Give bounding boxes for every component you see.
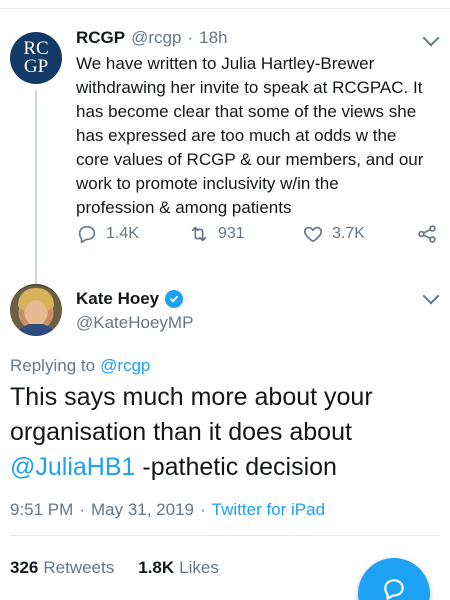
chevron-down-icon[interactable] bbox=[422, 287, 440, 305]
chevron-down-icon[interactable] bbox=[422, 29, 440, 47]
heart-icon bbox=[303, 226, 323, 243]
parent-tweet-text: We have written to Julia Hartley-Brewer … bbox=[76, 54, 424, 217]
retweets-stat[interactable]: 326 Retweets bbox=[10, 558, 114, 578]
replying-to-mention[interactable]: @rcgp bbox=[100, 356, 150, 375]
reply-count: 1.4K bbox=[106, 225, 139, 242]
like-count: 3.7K bbox=[332, 225, 365, 242]
likes-count: 1.8K bbox=[138, 558, 175, 577]
tweet-meta: 9:51 PM · May 31, 2019 · Twitter for iPa… bbox=[10, 500, 325, 520]
likes-label: Likes bbox=[179, 558, 219, 577]
share-icon bbox=[418, 225, 436, 243]
main-text-part-1: This says much more about your organisat… bbox=[10, 383, 373, 446]
tweet-date[interactable]: May 31, 2019 bbox=[91, 500, 194, 520]
tweet-source-link[interactable]: Twitter for iPad bbox=[212, 500, 325, 520]
avatar-text-line-2: GP bbox=[23, 56, 49, 77]
kate-hoey-avatar[interactable] bbox=[10, 284, 62, 336]
author-handle[interactable]: @rcgp bbox=[131, 28, 181, 48]
main-author-row: Kate Hoey bbox=[76, 288, 184, 310]
main-text-part-2: -pathetic decision bbox=[135, 453, 337, 481]
share-button[interactable] bbox=[416, 223, 438, 245]
separator-dot: · bbox=[187, 28, 194, 47]
tweet-time[interactable]: 18h bbox=[199, 28, 227, 48]
retweet-count: 931 bbox=[218, 225, 245, 242]
compose-button[interactable] bbox=[358, 558, 430, 600]
engagement-stats: 326 Retweets 1.8K Likes bbox=[10, 558, 219, 578]
replying-label: Replying to bbox=[10, 356, 96, 375]
retweets-count: 326 bbox=[10, 558, 39, 577]
replying-to: Replying to @rcgp bbox=[10, 356, 150, 376]
tweet-actions: 1.4K 931 3.7K bbox=[76, 223, 446, 247]
parent-tweet-header: RCGP @rcgp · 18h bbox=[76, 28, 406, 50]
avatar-clothing bbox=[16, 324, 56, 336]
main-tweet-text: This says much more about your organisat… bbox=[10, 380, 430, 485]
likes-stat[interactable]: 1.8K Likes bbox=[138, 558, 219, 578]
verified-badge-icon bbox=[165, 290, 184, 308]
retweets-label: Retweets bbox=[43, 558, 115, 577]
compose-fab-icon bbox=[384, 579, 404, 600]
meta-separator: · bbox=[200, 500, 206, 519]
thread-connector-line bbox=[35, 90, 37, 300]
retweet-button[interactable]: 931 bbox=[188, 223, 245, 245]
reply-icon bbox=[78, 225, 96, 244]
retweet-icon bbox=[191, 226, 207, 242]
meta-separator: · bbox=[79, 500, 85, 519]
mention-link[interactable]: @JuliaHB1 bbox=[10, 453, 135, 481]
rcgp-avatar[interactable]: RC GP bbox=[10, 32, 62, 84]
stats-divider bbox=[10, 535, 440, 536]
author-name[interactable]: RCGP bbox=[76, 28, 125, 48]
tweet-timestamp[interactable]: 9:51 PM bbox=[10, 500, 73, 520]
reply-button[interactable]: 1.4K bbox=[76, 223, 139, 245]
avatar-face bbox=[25, 300, 47, 326]
like-button[interactable]: 3.7K bbox=[302, 223, 365, 245]
main-author-name[interactable]: Kate Hoey bbox=[76, 289, 159, 309]
top-divider bbox=[0, 8, 450, 9]
main-author-handle[interactable]: @KateHoeyMP bbox=[76, 313, 193, 333]
